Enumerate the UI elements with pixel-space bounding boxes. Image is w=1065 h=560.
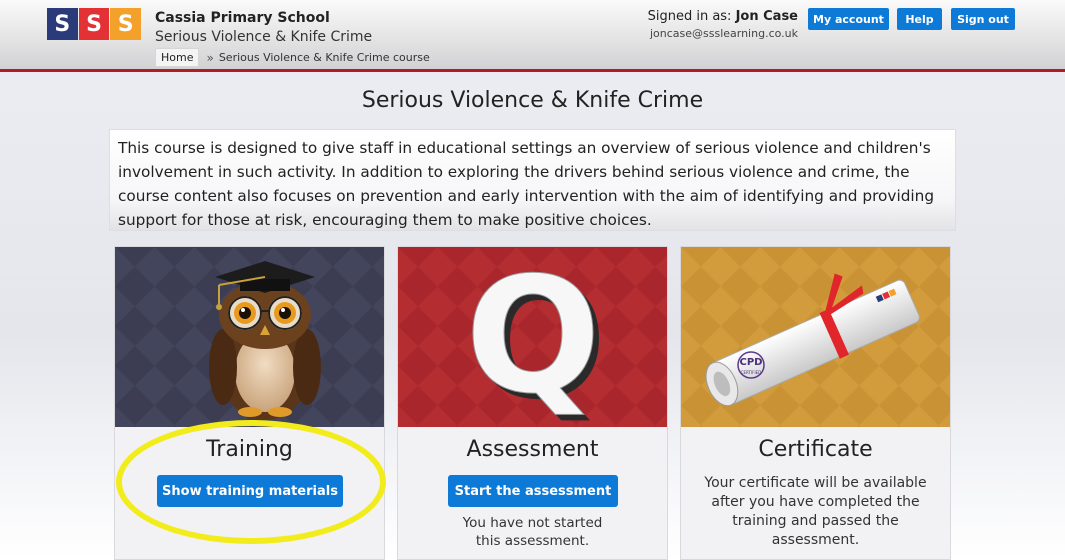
- show-training-materials-button[interactable]: Show training materials: [157, 475, 343, 507]
- page-title: Serious Violence & Knife Crime: [361, 88, 704, 113]
- course-description: This course is designed to give staff in…: [109, 129, 956, 231]
- user-name: Jon Case: [735, 9, 798, 24]
- training-title: Training: [206, 437, 293, 462]
- signed-in-label: Signed in as:: [647, 9, 732, 24]
- owl-graduate-icon: [115, 247, 384, 427]
- start-assessment-button[interactable]: Start the assessment: [448, 475, 618, 507]
- logo-letter: S: [78, 8, 110, 40]
- assessment-status-text: You have not started this assessment.: [462, 515, 603, 549]
- svg-text:Q: Q: [465, 247, 601, 427]
- logo-letter: S: [47, 8, 78, 40]
- assessment-title: Assessment: [466, 437, 599, 462]
- logo-letter: S: [110, 8, 142, 40]
- certificate-title: Certificate: [758, 437, 873, 462]
- help-button[interactable]: Help: [897, 8, 942, 30]
- signed-in-status: Signed in as: Jon Case: [648, 9, 798, 24]
- assessment-card: Q Q Assessment Start the assessment You …: [397, 246, 668, 560]
- cpd-badge-text: CPD: [740, 357, 763, 368]
- breadcrumb-separator: »: [206, 50, 214, 65]
- certificate-status-text: Your certificate will be available after…: [704, 475, 927, 548]
- training-card: Training Show training materials: [114, 246, 385, 560]
- school-name: Cassia Primary School: [155, 10, 330, 26]
- sss-logo[interactable]: S S S: [47, 8, 142, 40]
- cpd-scroll-icon: CPD CERTIFIED: [681, 247, 950, 427]
- breadcrumb-home-link[interactable]: Home: [155, 48, 200, 67]
- breadcrumb: Home » Serious Violence & Knife Crime co…: [155, 48, 430, 67]
- letter-q-icon: Q Q: [398, 247, 667, 427]
- my-account-button[interactable]: My account: [808, 8, 889, 30]
- header-course-name: Serious Violence & Knife Crime: [155, 29, 373, 45]
- breadcrumb-current: Serious Violence & Knife Crime course: [218, 51, 430, 64]
- certificate-card: CPD CERTIFIED Certificate Your certifica…: [680, 246, 951, 560]
- user-email: joncase@ssslearning.co.uk: [649, 27, 798, 40]
- site-header: S S S Cassia Primary School Serious Viol…: [0, 0, 1065, 72]
- sign-out-button[interactable]: Sign out: [951, 8, 1015, 30]
- cpd-badge-subtext: CERTIFIED: [741, 370, 762, 375]
